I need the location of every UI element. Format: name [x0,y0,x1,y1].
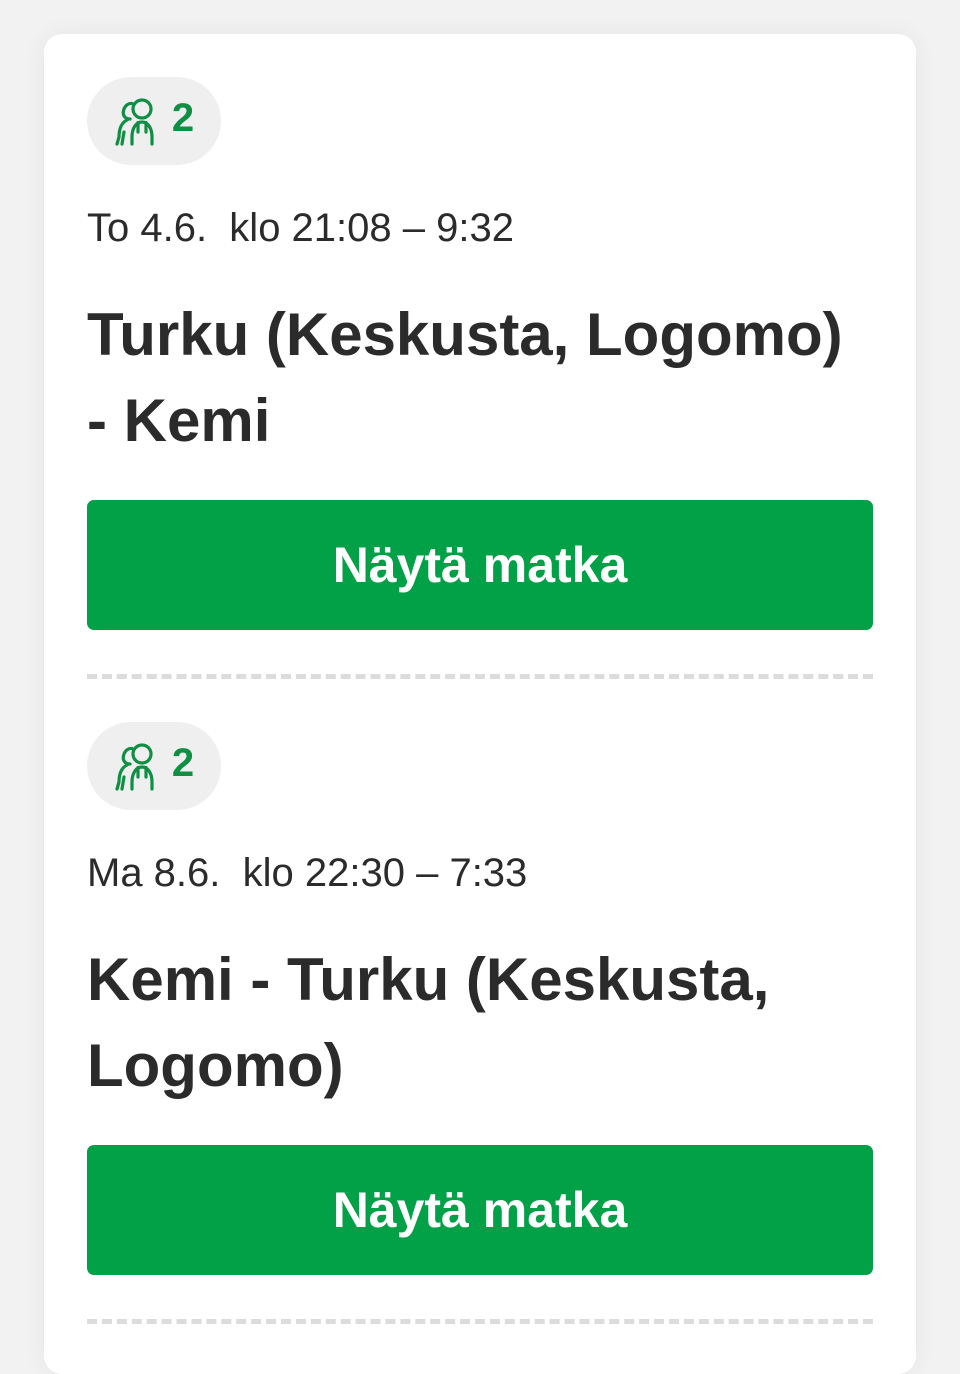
trip-item: 2 Ma 8.6. klo 22:30 – 7:33 Kemi - Turku … [44,679,916,1324]
dashed-divider [87,1319,873,1324]
passengers-icon [115,98,154,146]
show-trip-button[interactable]: Näytä matka [87,500,873,630]
show-trip-button[interactable]: Näytä matka [87,1145,873,1275]
trip-item: 2 To 4.6. klo 21:08 – 9:32 Turku (Keskus… [44,34,916,679]
passenger-count-badge: 2 [87,77,221,165]
trip-route: Kemi - Turku (Keskusta, Logomo) [87,946,770,1099]
passenger-count-badge: 2 [87,722,221,810]
passenger-count: 2 [171,741,195,785]
passenger-count: 2 [171,96,195,140]
trip-datetime: Ma 8.6. klo 22:30 – 7:33 [87,851,528,895]
trip-datetime: To 4.6. klo 21:08 – 9:32 [87,206,514,250]
trip-route: Turku (Keskusta, Logomo) - Kemi [87,301,843,454]
trip-list-card: 2 To 4.6. klo 21:08 – 9:32 Turku (Keskus… [44,34,916,1374]
passengers-icon [115,743,154,791]
